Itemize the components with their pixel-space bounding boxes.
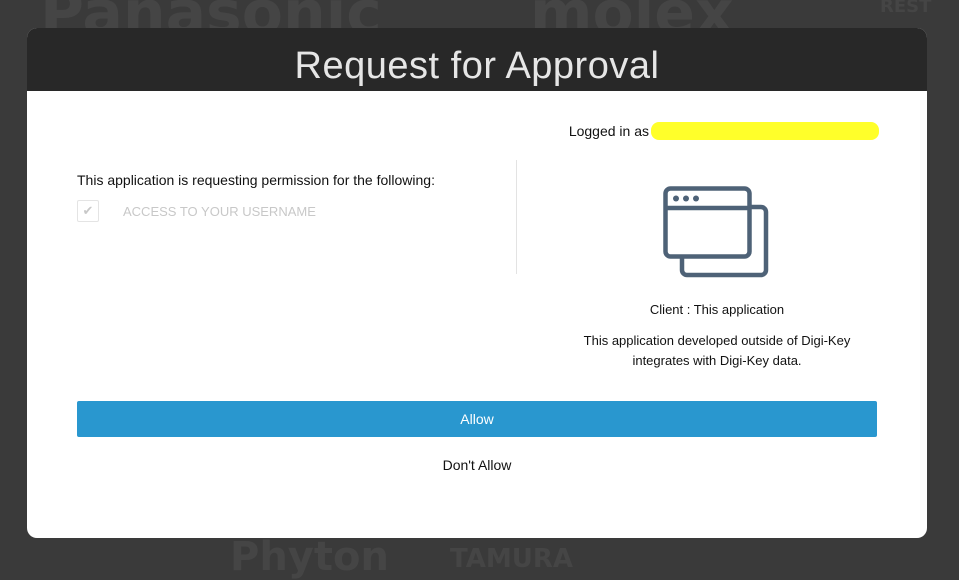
permission-item: ✔ ACCESS TO YOUR USERNAME [77,200,497,222]
client-panel: Client : This application This applicati… [547,186,887,371]
dont-allow-link[interactable]: Don't Allow [27,457,927,473]
client-name: Client : This application [649,302,785,317]
column-divider [516,160,517,274]
permissions-panel: This application is requesting permissio… [77,172,497,222]
approval-dialog: Request for Approval Logged in as This a… [27,28,927,538]
client-description-line-2: integrates with Digi-Key data. [632,353,802,368]
client-description: This application developed outside of Di… [547,331,887,371]
dialog-title: Request for Approval [294,45,660,87]
permission-label: ACCESS TO YOUR USERNAME [123,203,316,219]
allow-button[interactable]: Allow [77,401,877,437]
logged-in-indicator: Logged in as [569,122,879,140]
client-description-line-1: This application developed outside of Di… [583,333,851,348]
permission-checkbox: ✔ [77,200,99,222]
redacted-username [651,122,879,140]
application-windows-icon [663,186,769,278]
checkmark-icon: ✔ [82,203,94,218]
permissions-heading: This application is requesting permissio… [77,172,435,188]
background-word-rest: REST [880,0,932,17]
background-word-phyton: Phyton [230,534,389,580]
logged-in-label: Logged in as [568,123,649,139]
dialog-header: Request for Approval [27,28,927,91]
